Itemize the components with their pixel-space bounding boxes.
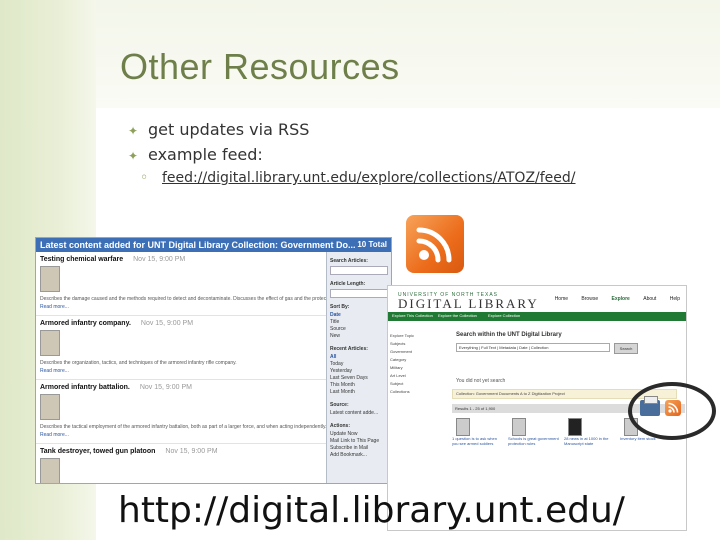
feed-entry-thumbnail	[40, 330, 60, 356]
feed-entry[interactable]: Armored infantry battalion. Nov 15, 9:00 …	[36, 380, 326, 444]
print-icon[interactable]	[640, 396, 660, 416]
facet-item[interactable]: Art Level	[390, 373, 448, 378]
feed-entry-thumbnail	[40, 394, 60, 420]
result-title-link[interactable]: Schools is great government protection r…	[508, 436, 560, 446]
feed-entry-list: Testing chemical warfare Nov 15, 9:00 PM …	[36, 252, 365, 483]
article-length-label: Article Length:	[330, 281, 366, 287]
facet-item[interactable]: Collections	[390, 389, 448, 394]
nav-about[interactable]: About	[643, 296, 656, 302]
tab-explore-the-collection[interactable]: Explore the Collection	[438, 313, 477, 318]
feed-entry-date: Nov 15, 9:00 PM	[139, 384, 192, 391]
facet-item[interactable]: Government	[390, 349, 448, 354]
nav-browse[interactable]: Browse	[581, 296, 598, 302]
slide-title: Other Resources	[120, 46, 400, 87]
read-more-link[interactable]: Read more...	[40, 432, 69, 438]
nav-home[interactable]: Home	[555, 296, 568, 302]
library-search-input[interactable]: Everything | Full Text | Metadata | Date…	[456, 343, 610, 352]
action-update-now[interactable]: Update Now	[330, 431, 391, 438]
library-top-nav: Home Browse Explore About Help	[543, 296, 680, 302]
facet-item[interactable]: Category	[390, 357, 448, 362]
result-thumbnail[interactable]	[568, 418, 582, 436]
library-url-caption[interactable]: http://digital.library.unt.edu/	[118, 490, 625, 531]
feed-entry-title[interactable]: Armored infantry battalion.	[40, 384, 130, 391]
feed-reader-screenshot: Latest content added for UNT Digital Lib…	[35, 237, 392, 484]
feed-entry-description: Describes the organization, tactics, and…	[40, 360, 237, 366]
recent-option[interactable]: Last Seven Days	[330, 375, 391, 382]
facet-item[interactable]: Explore Topic	[390, 333, 448, 338]
facet-item[interactable]: Subject	[390, 381, 448, 386]
read-more-link[interactable]: Read more...	[40, 368, 69, 374]
feed-url-link[interactable]: feed://digital.library.unt.edu/explore/c…	[162, 170, 576, 186]
sort-option-source[interactable]: Source	[330, 326, 391, 333]
tab-explore-collection[interactable]: Explore Collection	[488, 313, 520, 318]
bullet-text: get updates via RSS	[148, 120, 310, 139]
search-articles-label: Search Articles:	[330, 258, 368, 264]
result-thumbnail[interactable]	[456, 418, 470, 436]
recent-option[interactable]: This Month	[330, 382, 391, 389]
bullet-list: ✦ get updates via RSS ✦ example feed: ◦ fee…	[128, 120, 576, 186]
sub-bullet-marker: ◦	[140, 170, 149, 186]
recent-option[interactable]: Last Month	[330, 389, 391, 396]
bullet-item: ✦ example feed:	[128, 145, 576, 164]
sort-option-new[interactable]: New	[330, 333, 391, 340]
feed-entry-title[interactable]: Armored infantry company.	[40, 320, 131, 327]
read-more-link[interactable]: Read more...	[40, 304, 69, 310]
sort-option-date[interactable]: Date	[330, 312, 391, 319]
feed-entry-thumbnail	[40, 458, 60, 483]
feed-reader-header: Latest content added for UNT Digital Lib…	[36, 238, 391, 252]
feed-entry-description: Describes the tactical employment of the…	[40, 424, 327, 430]
rss-small-icon[interactable]	[665, 400, 681, 416]
digital-library-logo[interactable]: DIGITAL LIBRARY	[398, 296, 539, 312]
sub-bullet-item: ◦ feed://digital.library.unt.edu/explore/…	[140, 170, 576, 186]
feed-entry-date: Nov 15, 9:00 PM	[133, 256, 186, 263]
source-value[interactable]: Latest content adde...	[330, 410, 391, 417]
nav-help[interactable]: Help	[670, 296, 680, 302]
article-length-slider[interactable]	[330, 289, 388, 298]
feed-header-total: 10 Total	[357, 240, 387, 249]
bullet-text: example feed:	[148, 145, 263, 164]
sort-option-title[interactable]: Title	[330, 319, 391, 326]
action-add-bookmark[interactable]: Add Bookmark...	[330, 452, 391, 459]
feed-entry[interactable]: Testing chemical warfare Nov 15, 9:00 PM …	[36, 252, 365, 316]
action-mail-link[interactable]: Mail Link to This Page	[330, 438, 391, 445]
feed-header-title: Latest content added for UNT Digital Lib…	[40, 240, 356, 250]
feed-entry-date: Nov 15, 9:00 PM	[140, 320, 194, 327]
bullet-marker-icon: ✦	[128, 124, 139, 138]
facet-item[interactable]: Military	[390, 365, 448, 370]
library-search-title: Search within the UNT Digital Library	[456, 332, 562, 338]
recent-articles-label: Recent Articles:	[330, 346, 368, 352]
nav-explore[interactable]: Explore	[612, 296, 630, 302]
facet-item[interactable]: Subjects	[390, 341, 448, 346]
feed-entry-title[interactable]: Tank destroyer, towed gun platoon	[40, 448, 155, 455]
result-thumbnail[interactable]	[512, 418, 526, 436]
bullet-marker-icon: ✦	[128, 149, 139, 163]
feed-entry[interactable]: Armored infantry company. Nov 15, 9:00 PM…	[36, 316, 326, 380]
search-notice: You did not yet search	[456, 378, 506, 384]
feed-entry[interactable]: Tank destroyer, towed gun platoon Nov 15,…	[36, 444, 326, 483]
feed-entry-description: Describes the damage caused and the meth…	[40, 296, 365, 302]
feed-reader-sidebar: Search Articles: Article Length: Sort By…	[326, 252, 391, 483]
feed-entry-thumbnail	[40, 266, 60, 292]
tab-explore-this-collection[interactable]: Explore This Collection	[392, 313, 433, 318]
search-articles-input[interactable]	[330, 266, 388, 275]
library-search-button[interactable]: Search	[614, 343, 638, 354]
source-label: Source:	[330, 402, 349, 408]
result-title-link[interactable]: 28 news in at 1000 in the Manuscript sta…	[564, 436, 616, 446]
feed-entry-title[interactable]: Testing chemical warfare	[40, 256, 123, 263]
recent-option[interactable]: Yesterday	[330, 368, 391, 375]
feed-entry-date: Nov 15, 9:00 PM	[165, 448, 218, 455]
action-subscribe[interactable]: Subscribe in Mail	[330, 445, 391, 452]
result-title-link[interactable]: 1 question is to ask when you see armed …	[452, 436, 504, 446]
actions-label: Actions:	[330, 423, 350, 429]
sort-by-label: Sort By:	[330, 304, 350, 310]
rss-feed-icon	[406, 215, 464, 273]
recent-option[interactable]: Today	[330, 361, 391, 368]
recent-option[interactable]: All	[330, 354, 391, 361]
library-left-facets: Explore Topic Subjects Government Catego…	[388, 330, 450, 397]
bullet-item: ✦ get updates via RSS	[128, 120, 576, 139]
